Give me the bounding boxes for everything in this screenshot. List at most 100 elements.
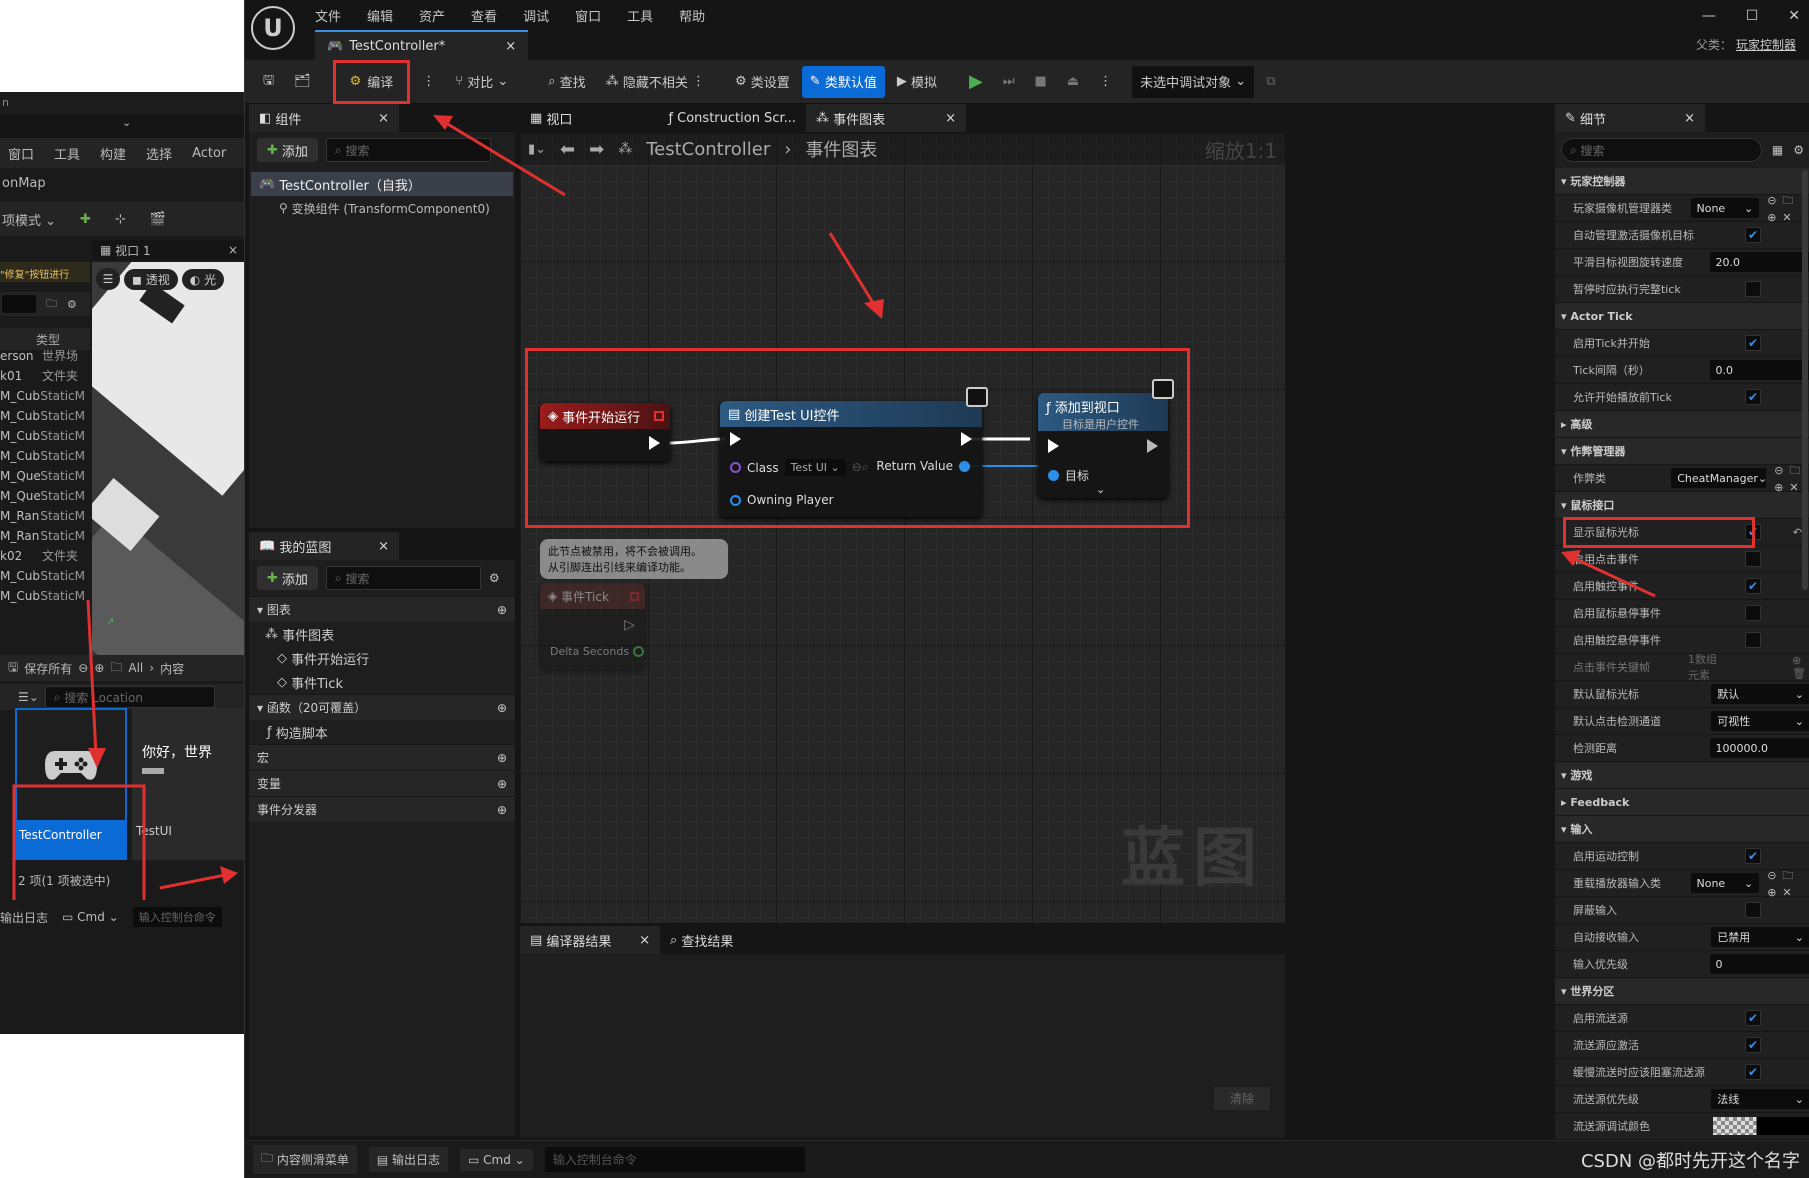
checkbox[interactable]: ✔ (1745, 578, 1761, 594)
step-icon[interactable]: ⏭ (995, 66, 1023, 98)
tab-viewport[interactable]: ▦ 视口 (520, 104, 582, 132)
tab-compiler-results[interactable]: ▤ 编译器结果 × (520, 926, 660, 954)
bg-output-log[interactable]: 输出日志 (0, 909, 48, 926)
bg-content-search[interactable]: ⌕ 搜索 Location (44, 686, 215, 708)
bg-cmd-dropdown[interactable]: ▭ Cmd ⌄ (62, 910, 119, 924)
add-macro-icon[interactable]: ⊕ (497, 751, 507, 765)
checkbox[interactable] (1745, 551, 1761, 567)
checkbox[interactable]: ✔ (1745, 335, 1761, 351)
section-functions[interactable]: ▾ 函数（20可覆盖） ⊕ (249, 694, 515, 720)
details-category[interactable]: ▸ 高级 (1555, 411, 1809, 438)
array-actions-icons[interactable]: ⊕ 🗑 (1792, 654, 1809, 680)
save-icon[interactable]: 🖫 (255, 66, 282, 98)
section-dispatchers[interactable]: 事件分发器 ⊕ (249, 796, 515, 822)
browse-icon[interactable]: 🗂 (286, 66, 319, 98)
value-dropdown[interactable]: CheatManager ⌄ (1671, 468, 1767, 488)
compile-options-icon[interactable]: ⋮ (414, 66, 443, 98)
output-log-button[interactable]: ▤ 输出日志 (368, 1147, 449, 1172)
gear-icon[interactable]: ⚙ (1793, 143, 1804, 157)
value-dropdown[interactable]: None ⌄ (1690, 873, 1760, 893)
bg-path-all[interactable]: All (128, 661, 143, 675)
construction-script-item[interactable]: ƒ 构造脚本 (249, 720, 515, 744)
component-child-row[interactable]: ⚲ 变换组件 (TransformComponent0) (249, 196, 515, 220)
my-blueprint-tab[interactable]: 📖 我的蓝图 × (249, 532, 399, 560)
bg-transform-icon[interactable]: ⊹ (115, 212, 126, 227)
debug-filter-icon[interactable]: ⧉ (1258, 66, 1283, 98)
event-graph-canvas[interactable]: ▮⌄ ⬅ ➡ ⁂ TestController › 事件图表 缩放1:1 ◈ 事… (520, 133, 1285, 923)
section-graphs[interactable]: ▾ 图表 ⊕ (249, 596, 515, 622)
add-member-button[interactable]: ✚ 添加 (257, 566, 318, 590)
parent-class-link[interactable]: 玩家控制器 (1736, 36, 1796, 53)
bg-filter-icon[interactable]: ☰⌄ (18, 690, 39, 704)
menu-tools[interactable]: 工具 (627, 6, 653, 25)
components-search[interactable]: ⌕ 搜索 (325, 138, 491, 162)
bg-menu-actor[interactable]: Actor (192, 146, 226, 161)
minimize-icon[interactable]: — (1702, 8, 1716, 24)
value-dropdown[interactable]: 可视性 ⌄ (1711, 711, 1809, 731)
simulate-button[interactable]: ▶ 模拟 (889, 66, 945, 98)
compile-button[interactable]: ⚙ 编译 (332, 59, 411, 104)
menu-view[interactable]: 查看 (471, 6, 497, 25)
bg-menu-build[interactable]: 构建 (100, 144, 126, 163)
add-dispatcher-icon[interactable]: ⊕ (497, 803, 507, 817)
clear-button[interactable]: 清除 (1213, 1087, 1270, 1110)
bg-cinematics-icon[interactable]: 🎬 (150, 212, 166, 227)
bg-viewport-tab[interactable]: ▦ 视口 1 × (92, 240, 244, 260)
bg-outliner-row[interactable]: M_Cub StaticM (0, 566, 85, 586)
bg-save-icon[interactable]: 🖫 (8, 658, 18, 679)
class-settings-button[interactable]: ⚙ 类设置 (727, 66, 798, 98)
details-category[interactable]: ▾ 游戏 (1555, 762, 1809, 789)
value-dropdown[interactable]: 已禁用 ⌄ (1711, 927, 1809, 947)
menu-edit[interactable]: 编辑 (367, 6, 393, 25)
bg-console-input[interactable]: 输入控制台命令 (132, 907, 222, 927)
add-graph-icon[interactable]: ⊕ (497, 603, 507, 617)
bg-outliner-row[interactable]: M_Cub StaticM (0, 426, 85, 446)
close-window-icon[interactable]: ✕ (1788, 8, 1800, 24)
bg-outliner-row[interactable]: M_Ran StaticM (0, 506, 85, 526)
value-dropdown[interactable]: 法线 ⌄ (1711, 1089, 1809, 1109)
checkbox[interactable]: ✔ (1745, 1064, 1761, 1080)
menu-window[interactable]: 窗口 (575, 6, 601, 25)
checkbox[interactable] (1745, 605, 1761, 621)
asset-tile-testui[interactable]: 你好，世界 TestUI (132, 708, 244, 860)
section-macros[interactable]: 宏 ⊕ (249, 744, 515, 770)
console-input[interactable]: 输入控制台命令 (544, 1147, 805, 1172)
bg-menu-tools[interactable]: 工具 (54, 144, 80, 163)
details-scrollbar[interactable] (1802, 170, 1808, 590)
details-tab[interactable]: ✎ 细节 × (1555, 104, 1705, 132)
bg-add-icon[interactable]: ✚ (80, 212, 91, 227)
bg-outliner-row[interactable]: M_Que StaticM (0, 486, 85, 506)
class-defaults-button[interactable]: ✎ 类默认值 (801, 65, 885, 98)
details-category[interactable]: ▾ 鼠标接口 (1555, 492, 1809, 519)
value-input[interactable]: 0 (1709, 954, 1809, 974)
close-event-graph-icon[interactable]: × (945, 111, 956, 126)
asset-tile-testcontroller[interactable]: TestController (15, 708, 127, 860)
event-graph-item[interactable]: ⁂ 事件图表 (249, 622, 515, 646)
bg-outliner-row[interactable]: k01 文件夹 (0, 366, 85, 386)
bg-back-icon[interactable]: ⊖ (78, 661, 88, 675)
bg-viewport-menu-icon[interactable]: ☰ (96, 268, 120, 290)
details-category[interactable]: ▾ Actor Tick (1555, 303, 1809, 330)
bg-lit-button[interactable]: ◐ 光 (181, 268, 225, 290)
bg-filter-dropdown[interactable] (2, 295, 36, 313)
bg-forward-icon[interactable]: ⊕ (94, 661, 104, 675)
section-variables[interactable]: 变量 ⊕ (249, 770, 515, 796)
value-input[interactable]: 100000.0 (1709, 738, 1809, 758)
value-dropdown[interactable]: 默认 ⌄ (1711, 684, 1809, 704)
play-options-icon[interactable]: ⋮ (1091, 66, 1120, 98)
checkbox[interactable]: ✔ (1745, 227, 1761, 243)
diff-button[interactable]: ⑂ 对比 ⌄ (447, 66, 516, 98)
play-icon[interactable]: ▶ (961, 66, 991, 98)
menu-help[interactable]: 帮助 (679, 6, 705, 25)
checkbox[interactable]: ✔ (1745, 1037, 1761, 1053)
stop-icon[interactable]: ■ (1027, 66, 1055, 98)
details-search[interactable]: ⌕ 搜索 (1561, 138, 1762, 162)
checkbox[interactable]: ✔ (1745, 848, 1761, 864)
table-view-icon[interactable]: ▦ (1772, 143, 1783, 157)
add-function-icon[interactable]: ⊕ (497, 701, 507, 715)
bg-outliner-row[interactable]: M_Ran StaticM (0, 526, 85, 546)
bg-map-tab[interactable]: onMap (0, 168, 244, 202)
tab-event-graph[interactable]: ⁂ 事件图表 × (806, 104, 967, 132)
doc-tab-testcontroller[interactable]: 🎮 TestController* × (315, 30, 529, 60)
checkbox[interactable]: ✔ (1745, 1010, 1761, 1026)
